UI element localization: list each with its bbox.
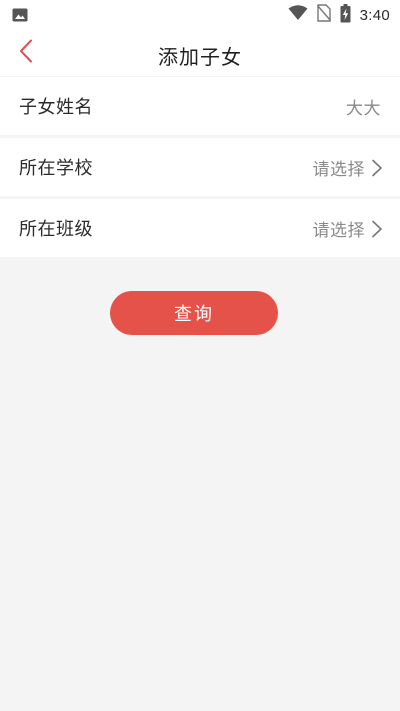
image-notification-icon — [12, 7, 28, 22]
class-value: 请选择 — [312, 221, 365, 241]
query-button[interactable]: 查询 — [110, 291, 278, 335]
child-name-row[interactable]: 子女姓名 大大 — [0, 77, 400, 135]
school-label: 所在学校 — [19, 158, 93, 179]
wifi-icon — [288, 5, 308, 25]
class-label: 所在班级 — [19, 219, 93, 240]
battery-charging-icon — [340, 3, 351, 27]
school-row[interactable]: 所在学校 请选择 — [0, 138, 400, 196]
status-bar: 3:40 — [0, 0, 400, 30]
child-name-label: 子女姓名 — [19, 97, 93, 118]
child-form: 子女姓名 大大 所在学校 请选择 所在班级 请选择 — [0, 77, 400, 260]
school-value: 请选择 — [312, 160, 365, 180]
status-time: 3:40 — [359, 6, 390, 24]
chevron-right-icon — [371, 220, 383, 238]
no-sim-icon — [316, 4, 331, 26]
child-name-value[interactable]: 大大 — [346, 94, 381, 119]
status-icons: 3:40 — [288, 3, 390, 27]
chevron-right-icon — [371, 159, 383, 177]
nav-bar: 添加子女 — [0, 30, 400, 76]
class-row[interactable]: 所在班级 请选择 — [0, 199, 400, 257]
page-title: 添加子女 — [158, 45, 242, 69]
